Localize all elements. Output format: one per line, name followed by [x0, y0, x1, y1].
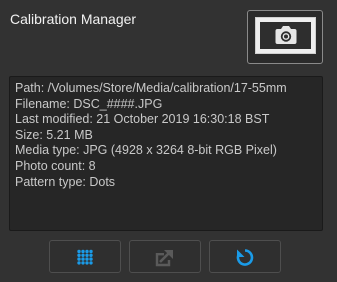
file-info-box: Path: /Volumes/Store/Media/calibration/1…: [9, 76, 323, 231]
camera-button[interactable]: [247, 10, 323, 64]
info-pattern-type: Pattern type: Dots: [15, 174, 116, 189]
info-last-modified: Last modified: 21 October 2019 16:30:18 …: [15, 112, 270, 127]
info-size: Size: 5.21 MB: [15, 127, 93, 142]
info-filename: Filename: DSC_####.JPG: [15, 96, 163, 111]
export-button[interactable]: [129, 240, 201, 273]
refresh-icon: [236, 248, 254, 266]
refresh-button[interactable]: [209, 240, 281, 273]
dot-grid-icon: [77, 249, 93, 265]
dot-grid-button[interactable]: [49, 240, 121, 273]
camera-icon: [275, 26, 297, 44]
info-media-type: Media type: JPG (4928 x 3264 8-bit RGB P…: [15, 143, 277, 158]
camera-screen-inner: [260, 22, 311, 49]
export-icon: [155, 249, 173, 266]
info-photo-count: Photo count: 8: [15, 158, 96, 173]
info-path: Path: /Volumes/Store/Media/calibration/1…: [15, 81, 287, 95]
camera-screen: [255, 17, 316, 54]
panel-title: Calibration Manager: [10, 11, 137, 27]
